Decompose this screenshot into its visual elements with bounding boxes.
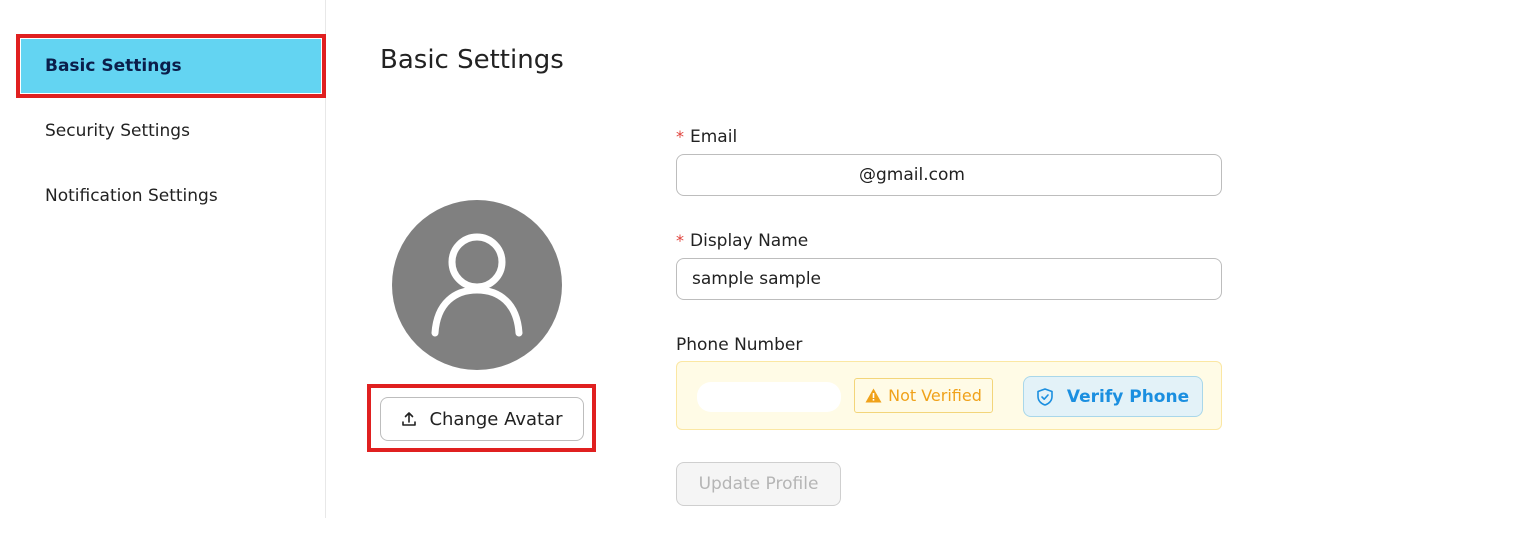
upload-icon (402, 412, 417, 426)
status-badge: Not Verified (854, 378, 993, 413)
redacted-phone-number (697, 382, 841, 412)
phone-number-box: Not Verified Verify Phone (676, 361, 1222, 430)
shield-check-icon (1037, 387, 1053, 406)
change-avatar-label: Change Avatar (429, 408, 563, 430)
sidebar-item-label: Basic Settings (45, 56, 182, 76)
warning-icon (865, 388, 882, 403)
display-name-label: * Display Name (676, 231, 809, 251)
required-marker: * (676, 127, 684, 146)
redacted-email-prefix (690, 160, 850, 188)
page-title: Basic Settings (380, 45, 564, 75)
settings-page: Basic Settings Security Settings Notific… (0, 0, 1540, 558)
display-name-field[interactable] (676, 258, 1222, 300)
sidebar-item-basic-settings[interactable]: Basic Settings (21, 39, 321, 93)
update-profile-button[interactable]: Update Profile (676, 462, 841, 506)
settings-sidebar: Basic Settings Security Settings Notific… (0, 0, 326, 518)
sidebar-item-notification-settings[interactable]: Notification Settings (21, 169, 321, 223)
user-icon (431, 233, 523, 337)
phone-number-label: Phone Number (676, 335, 803, 355)
sidebar-item-label: Security Settings (45, 121, 190, 141)
verify-phone-label: Verify Phone (1066, 386, 1190, 407)
email-label: * Email (676, 127, 738, 147)
sidebar-item-security-settings[interactable]: Security Settings (21, 104, 321, 158)
avatar (392, 200, 562, 370)
verify-phone-button[interactable]: Verify Phone (1023, 376, 1203, 417)
change-avatar-button[interactable]: Change Avatar (380, 397, 584, 441)
required-marker: * (676, 231, 684, 250)
status-badge-label: Not Verified (888, 386, 982, 405)
sidebar-item-label: Notification Settings (45, 186, 218, 206)
